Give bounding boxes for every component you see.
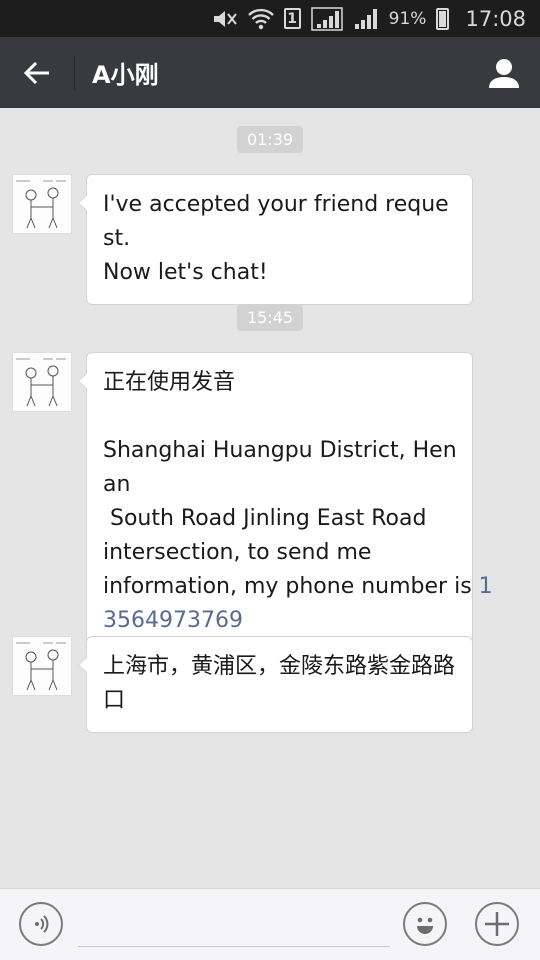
message-text-line: I've accepted your friend request. bbox=[103, 192, 449, 251]
battery-percent: 91% bbox=[388, 8, 427, 29]
sim-slot-icon: 1 bbox=[283, 8, 301, 29]
header-divider bbox=[74, 55, 75, 90]
status-bar: 1 91% 17:08 bbox=[0, 0, 540, 37]
input-bar bbox=[0, 888, 540, 960]
voice-button[interactable] bbox=[19, 902, 63, 946]
phone-link[interactable]: 1 bbox=[479, 574, 493, 599]
signal-roaming-icon bbox=[310, 6, 343, 31]
avatar[interactable] bbox=[12, 352, 72, 412]
message-bubble: I've accepted your friend request. Now l… bbox=[78, 174, 473, 305]
message-bubble: 正在使用发音 Shanghai Huangpu District, Henan … bbox=[78, 352, 493, 653]
message-text-line: 正在使用发音 bbox=[103, 370, 236, 395]
voice-icon bbox=[35, 915, 49, 933]
timestamp: 01:39 bbox=[236, 126, 304, 153]
battery-icon bbox=[436, 7, 450, 30]
person-icon bbox=[489, 58, 519, 88]
signal-icon bbox=[353, 8, 379, 30]
message-text-line: 上海市，黄浦区，金陵东路紫金路路 bbox=[103, 654, 456, 679]
message-text-line: information, my phone number is 1 bbox=[103, 570, 493, 604]
avatar[interactable] bbox=[12, 636, 72, 696]
more-button[interactable] bbox=[475, 902, 519, 946]
clock: 17:08 bbox=[465, 6, 526, 31]
plus-icon bbox=[485, 912, 509, 936]
message-text-segment: information, my phone number is bbox=[103, 574, 479, 599]
chat-title: A小刚 bbox=[92, 61, 159, 89]
message-input[interactable] bbox=[78, 946, 390, 947]
message-text-line: Now let's chat! bbox=[103, 260, 268, 285]
message-text-line: South Road Jinling East Road bbox=[103, 506, 427, 531]
back-button[interactable] bbox=[0, 37, 74, 108]
chat-header: A小刚 bbox=[0, 37, 540, 108]
message-bubble: 上海市，黄浦区，金陵东路紫金路路 口 bbox=[78, 636, 473, 733]
wifi-icon bbox=[247, 8, 274, 30]
arrow-left-icon bbox=[23, 61, 49, 84]
mute-icon bbox=[212, 9, 238, 29]
message-text-line: Shanghai Huangpu District, Henan bbox=[103, 438, 457, 497]
phone-link[interactable]: 3564973769 bbox=[103, 604, 460, 638]
profile-button[interactable] bbox=[468, 37, 540, 108]
emoji-button[interactable] bbox=[403, 902, 447, 946]
avatar[interactable] bbox=[12, 174, 72, 234]
message-text-line: 口 bbox=[103, 688, 126, 713]
timestamp: 15:45 bbox=[236, 304, 304, 331]
smiley-icon bbox=[417, 917, 433, 934]
message-text-line: intersection, to send me bbox=[103, 540, 372, 565]
